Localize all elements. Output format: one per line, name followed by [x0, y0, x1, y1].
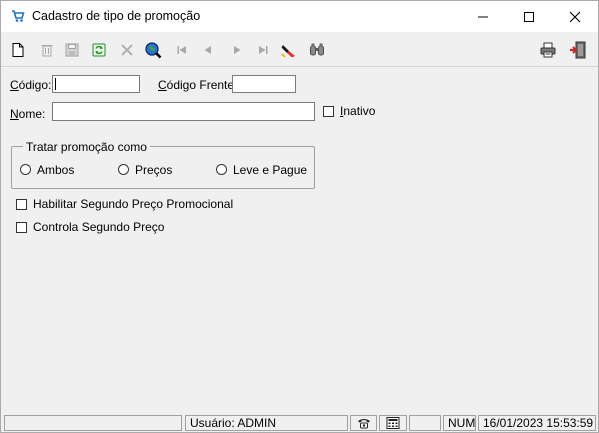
next-record-button[interactable] [226, 39, 248, 61]
printer-icon [540, 42, 556, 58]
find-button[interactable] [306, 39, 328, 61]
status-bar: Usuário: ADMIN NUM 16/01/2023 15:53:59 [1, 414, 598, 432]
codigo-frente-label: Código Frente: [158, 78, 238, 92]
status-datetime-text: 16/01/2023 15:53:59 [483, 416, 594, 430]
maximize-icon [524, 11, 534, 22]
habilitar-segundo-preco-checkbox[interactable] [16, 199, 27, 210]
shopping-cart-icon [11, 9, 25, 23]
trash-icon [41, 45, 53, 57]
save-icon [65, 43, 79, 57]
calculator-icon [386, 417, 400, 429]
status-num: NUM [443, 415, 476, 431]
radio-precos-label: Preços [135, 163, 173, 177]
main-window: Cadastro de tipo de promoção Código: Cód… [0, 0, 599, 433]
new-document-icon [12, 43, 24, 57]
maximize-button[interactable] [506, 1, 552, 32]
radio-ambos-label: Ambos [37, 163, 75, 177]
status-num-text: NUM [448, 416, 476, 430]
next-record-icon [234, 46, 241, 54]
codigo-label: Código: [10, 78, 52, 92]
refresh-icon [92, 43, 106, 57]
inativo-label: Inativo [340, 104, 376, 118]
print-button[interactable] [537, 39, 559, 61]
title-bar: Cadastro de tipo de promoção [1, 1, 598, 32]
controla-segundo-preco-checkbox[interactable] [16, 222, 27, 233]
toolbar [1, 34, 598, 67]
delete-button[interactable] [36, 39, 58, 61]
previous-record-icon [204, 46, 211, 54]
exit-button[interactable] [567, 39, 589, 61]
radio-ambos[interactable] [20, 164, 31, 175]
status-panel-blank [409, 415, 441, 431]
tratar-promocao-legend: Tratar promoção como [23, 140, 150, 154]
text-cursor [55, 78, 56, 90]
search-button[interactable] [142, 39, 164, 61]
save-button[interactable] [61, 39, 83, 61]
window-title: Cadastro de tipo de promoção [32, 9, 201, 23]
inativo-checkbox[interactable] [323, 106, 334, 117]
cancel-button[interactable] [116, 39, 138, 61]
radio-leve-e-pague[interactable] [216, 164, 227, 175]
minimize-button[interactable] [460, 1, 506, 32]
new-button[interactable] [7, 39, 29, 61]
globe-search-icon [145, 42, 162, 59]
last-record-button[interactable] [252, 39, 274, 61]
status-panel-empty [4, 415, 182, 431]
exit-door-icon [570, 41, 586, 59]
nome-field[interactable] [52, 102, 315, 121]
status-phone[interactable] [350, 415, 377, 431]
controla-segundo-preco-label: Controla Segundo Preço [33, 220, 165, 234]
refresh-button[interactable] [88, 39, 110, 61]
previous-record-button[interactable] [197, 39, 219, 61]
first-record-button[interactable] [171, 39, 193, 61]
clear-filter-button[interactable] [278, 39, 300, 61]
first-record-icon [177, 46, 186, 54]
telephone-icon [357, 419, 370, 429]
status-calculator[interactable] [379, 415, 407, 431]
codigo-field[interactable] [52, 75, 140, 93]
status-user-text: Usuário: ADMIN [190, 416, 277, 430]
eraser-icon [281, 45, 295, 58]
minimize-icon [478, 16, 488, 17]
radio-leve-e-pague-label: Leve e Pague [233, 163, 308, 177]
habilitar-segundo-preco-label: Habilitar Segundo Preço Promocional [33, 197, 234, 211]
status-user: Usuário: ADMIN [185, 415, 348, 431]
close-button[interactable] [552, 1, 598, 32]
codigo-frente-field[interactable] [232, 75, 296, 93]
nome-label: Nome: [10, 107, 46, 121]
status-datetime: 16/01/2023 15:53:59 [478, 415, 596, 431]
last-record-icon [259, 46, 268, 54]
binoculars-icon [310, 43, 324, 56]
radio-precos[interactable] [118, 164, 129, 175]
cancel-icon [121, 44, 133, 56]
close-icon [569, 11, 581, 22]
